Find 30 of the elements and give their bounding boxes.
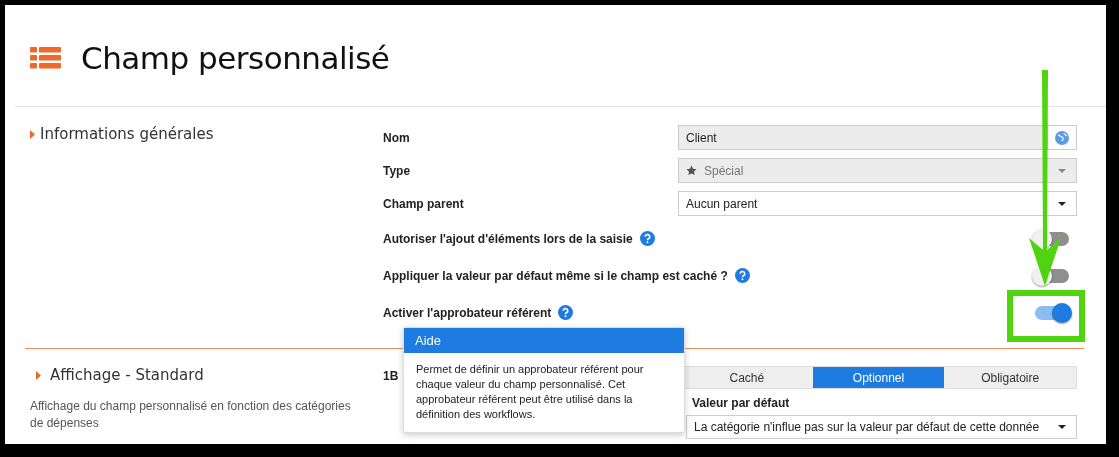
field-label: Champ parent <box>383 196 465 211</box>
tooltip-text: Permet de définir un approbateur référent pour chaque valeur du champ personnalisé. Cet approbateur référent peut être utilisé dans la définition des workflows. <box>415 362 645 422</box>
field-label: Valeur par défaut <box>692 396 791 410</box>
tooltip-title: Aide <box>404 328 684 353</box>
help-icon[interactable] <box>639 231 655 246</box>
dropdown-caret-icon <box>1058 425 1066 429</box>
caret-icon <box>30 129 35 139</box>
help-icon[interactable] <box>734 268 750 283</box>
select-field[interactable]: Aucun parent <box>678 191 1077 216</box>
globe-icon <box>1055 130 1069 145</box>
toggle-switch[interactable] <box>1035 305 1069 320</box>
toggle-label: Appliquer la valeur par défaut même si le champ est caché ? <box>383 268 728 283</box>
list-icon <box>30 46 61 69</box>
row-label: 1B <box>383 368 399 383</box>
toggle-label: Autoriser l'ajout d'éléments lors de la saisie <box>383 231 633 246</box>
section-title: Affichage - Standard <box>50 366 204 384</box>
page-title: Champ personnalisé <box>81 39 390 76</box>
field-label: Type <box>383 163 412 178</box>
globe-button[interactable] <box>1048 125 1077 150</box>
star-icon <box>686 165 697 176</box>
help-icon[interactable] <box>558 305 574 320</box>
section-description: Affichage du champ personnalisé en fonction des catégories de dépenses <box>30 398 352 432</box>
dropdown-caret-icon <box>1058 201 1066 206</box>
field-label: Nom <box>383 130 411 145</box>
mode-tab[interactable]: Optionnel <box>812 367 945 388</box>
toggle-label: Activer l'approbateur référent <box>383 305 552 320</box>
section-title: Informations générales <box>40 125 214 143</box>
select-field[interactable]: La catégorie n'influe pas sur la valeur par défaut de cette donnée <box>686 415 1077 439</box>
dropdown-caret-icon <box>1058 168 1066 173</box>
caret-icon <box>36 370 41 380</box>
